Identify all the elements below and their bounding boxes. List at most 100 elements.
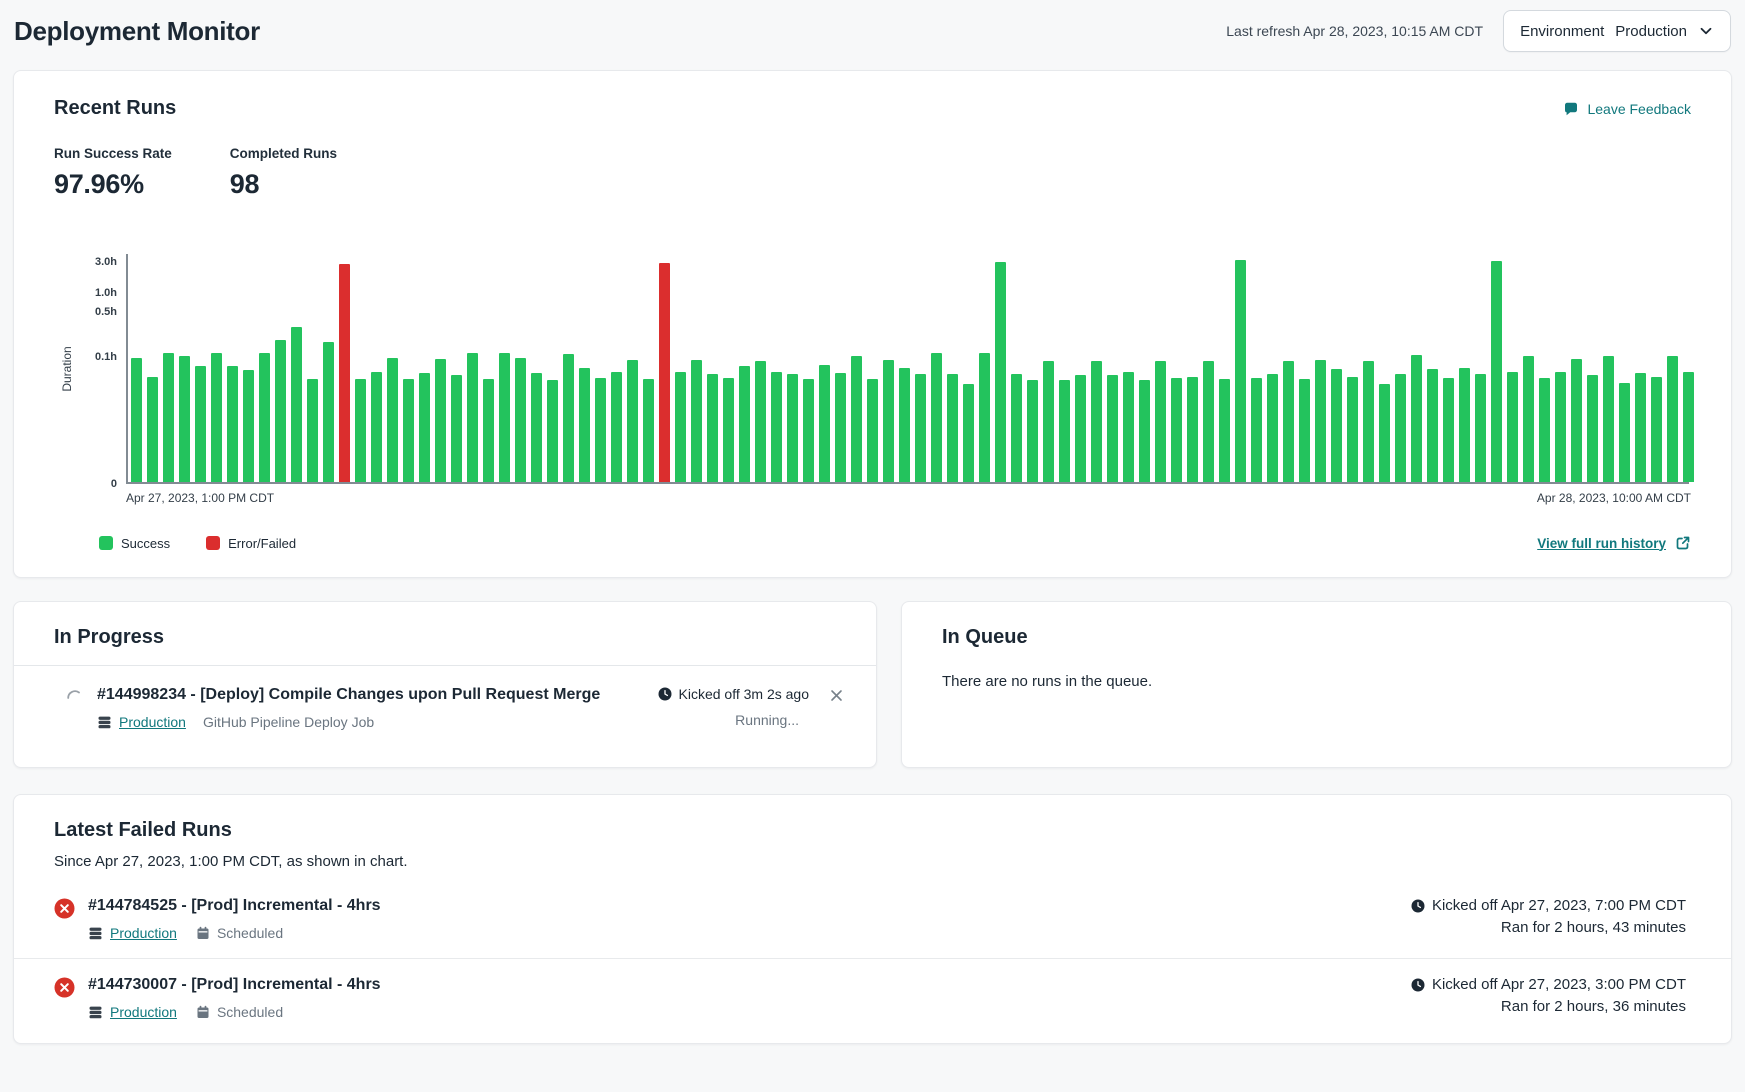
chart-bar[interactable] xyxy=(1443,378,1454,482)
chart-bar[interactable] xyxy=(755,361,766,482)
chart-bar[interactable] xyxy=(1555,372,1566,483)
chart-bar[interactable] xyxy=(195,366,206,482)
chart-bar[interactable] xyxy=(867,379,878,482)
environment-link[interactable]: Production xyxy=(110,925,177,941)
chart-bar[interactable] xyxy=(1331,369,1342,482)
chart-bar[interactable] xyxy=(291,327,302,482)
dismiss-run-button[interactable] xyxy=(829,688,844,703)
chart-bar[interactable] xyxy=(659,263,670,482)
chart-bar[interactable] xyxy=(1347,377,1358,482)
chart-bar[interactable] xyxy=(1683,372,1694,483)
chart-bar[interactable] xyxy=(147,377,158,482)
chart-bar[interactable] xyxy=(1395,374,1406,482)
chart-bar[interactable] xyxy=(547,380,558,482)
chart-bar[interactable] xyxy=(1523,356,1534,482)
chart-bar[interactable] xyxy=(243,370,254,482)
chart-bar[interactable] xyxy=(1539,378,1550,482)
chart-bar[interactable] xyxy=(371,372,382,483)
chart-bar[interactable] xyxy=(1315,360,1326,482)
chart-bar[interactable] xyxy=(707,374,718,482)
chart-bar[interactable] xyxy=(1363,361,1374,482)
chart-bar[interactable] xyxy=(611,372,622,483)
chart-bar[interactable] xyxy=(739,366,750,482)
chart-bar[interactable] xyxy=(1123,372,1134,483)
chart-bar[interactable] xyxy=(1187,377,1198,482)
chart-bar[interactable] xyxy=(1491,261,1502,482)
chart-bar[interactable] xyxy=(1667,356,1678,482)
chart-bar[interactable] xyxy=(403,379,414,482)
chart-bar[interactable] xyxy=(771,372,782,483)
chart-bar[interactable] xyxy=(1219,379,1230,482)
chart-bar[interactable] xyxy=(1635,373,1646,482)
chart-bar[interactable] xyxy=(483,379,494,482)
chart-bar[interactable] xyxy=(1203,361,1214,482)
chart-bar[interactable] xyxy=(1091,361,1102,482)
chart-bar[interactable] xyxy=(851,356,862,482)
chart-bar[interactable] xyxy=(1651,377,1662,482)
chart-bar[interactable] xyxy=(835,373,846,482)
chart-bar[interactable] xyxy=(1043,361,1054,482)
chart-bar[interactable] xyxy=(723,378,734,482)
chart-bar[interactable] xyxy=(499,353,510,482)
chart-bar[interactable] xyxy=(915,374,926,482)
leave-feedback-link[interactable]: Leave Feedback xyxy=(1563,101,1691,117)
chart-bar[interactable] xyxy=(1427,369,1438,482)
chart-bar[interactable] xyxy=(931,353,942,482)
chart-bar[interactable] xyxy=(1587,375,1598,482)
chart-bar[interactable] xyxy=(467,353,478,482)
chart-bar[interactable] xyxy=(419,373,430,482)
chart-bar[interactable] xyxy=(1107,375,1118,482)
chart-bar[interactable] xyxy=(1267,374,1278,482)
chart-bar[interactable] xyxy=(883,360,894,482)
chart-bar[interactable] xyxy=(803,379,814,482)
chart-bar[interactable] xyxy=(179,356,190,482)
chart-bar[interactable] xyxy=(1011,374,1022,482)
chart-bar[interactable] xyxy=(435,359,446,482)
chart-bar[interactable] xyxy=(163,353,174,482)
environment-dropdown[interactable]: Environment Production xyxy=(1503,10,1731,52)
chart-bar[interactable] xyxy=(979,353,990,482)
chart-bar[interactable] xyxy=(1411,355,1422,482)
chart-bar[interactable] xyxy=(579,368,590,482)
chart-bar[interactable] xyxy=(1075,375,1086,482)
chart-bar[interactable] xyxy=(515,358,526,483)
chart-bar[interactable] xyxy=(819,365,830,482)
chart-bar[interactable] xyxy=(1171,378,1182,482)
chart-bar[interactable] xyxy=(643,379,654,482)
chart-bar[interactable] xyxy=(1507,372,1518,483)
chart-bar[interactable] xyxy=(275,340,286,482)
chart-bar[interactable] xyxy=(563,354,574,482)
chart-bar[interactable] xyxy=(995,262,1006,482)
chart-bar[interactable] xyxy=(211,353,222,482)
chart-bar[interactable] xyxy=(1459,368,1470,482)
chart-bar[interactable] xyxy=(227,366,238,482)
chart-bar[interactable] xyxy=(1027,380,1038,482)
chart-bar[interactable] xyxy=(691,360,702,482)
chart-bar[interactable] xyxy=(947,374,958,482)
chart-bar[interactable] xyxy=(451,375,462,482)
chart-bar[interactable] xyxy=(355,379,366,482)
chart-bar[interactable] xyxy=(307,379,318,482)
chart-bar[interactable] xyxy=(675,372,686,483)
view-full-run-history-link[interactable]: View full run history xyxy=(1537,535,1691,551)
chart-bar[interactable] xyxy=(1155,361,1166,482)
chart-bar[interactable] xyxy=(899,368,910,482)
chart-bar[interactable] xyxy=(339,264,350,482)
chart-bar[interactable] xyxy=(259,353,270,482)
chart-bar[interactable] xyxy=(1619,383,1630,482)
chart-bar[interactable] xyxy=(627,360,638,482)
chart-bar[interactable] xyxy=(963,384,974,482)
chart-bar[interactable] xyxy=(595,378,606,482)
chart-bar[interactable] xyxy=(1059,380,1070,482)
chart-bar[interactable] xyxy=(1139,380,1150,482)
chart-bar[interactable] xyxy=(323,342,334,482)
chart-bar[interactable] xyxy=(1475,374,1486,482)
chart-bar[interactable] xyxy=(1571,359,1582,482)
chart-bar[interactable] xyxy=(1251,378,1262,482)
chart-bar[interactable] xyxy=(531,373,542,482)
chart-bar[interactable] xyxy=(1235,260,1246,482)
chart-bar[interactable] xyxy=(1283,361,1294,482)
chart-bar[interactable] xyxy=(387,358,398,483)
chart-bar[interactable] xyxy=(131,358,142,483)
environment-link[interactable]: Production xyxy=(110,1004,177,1020)
